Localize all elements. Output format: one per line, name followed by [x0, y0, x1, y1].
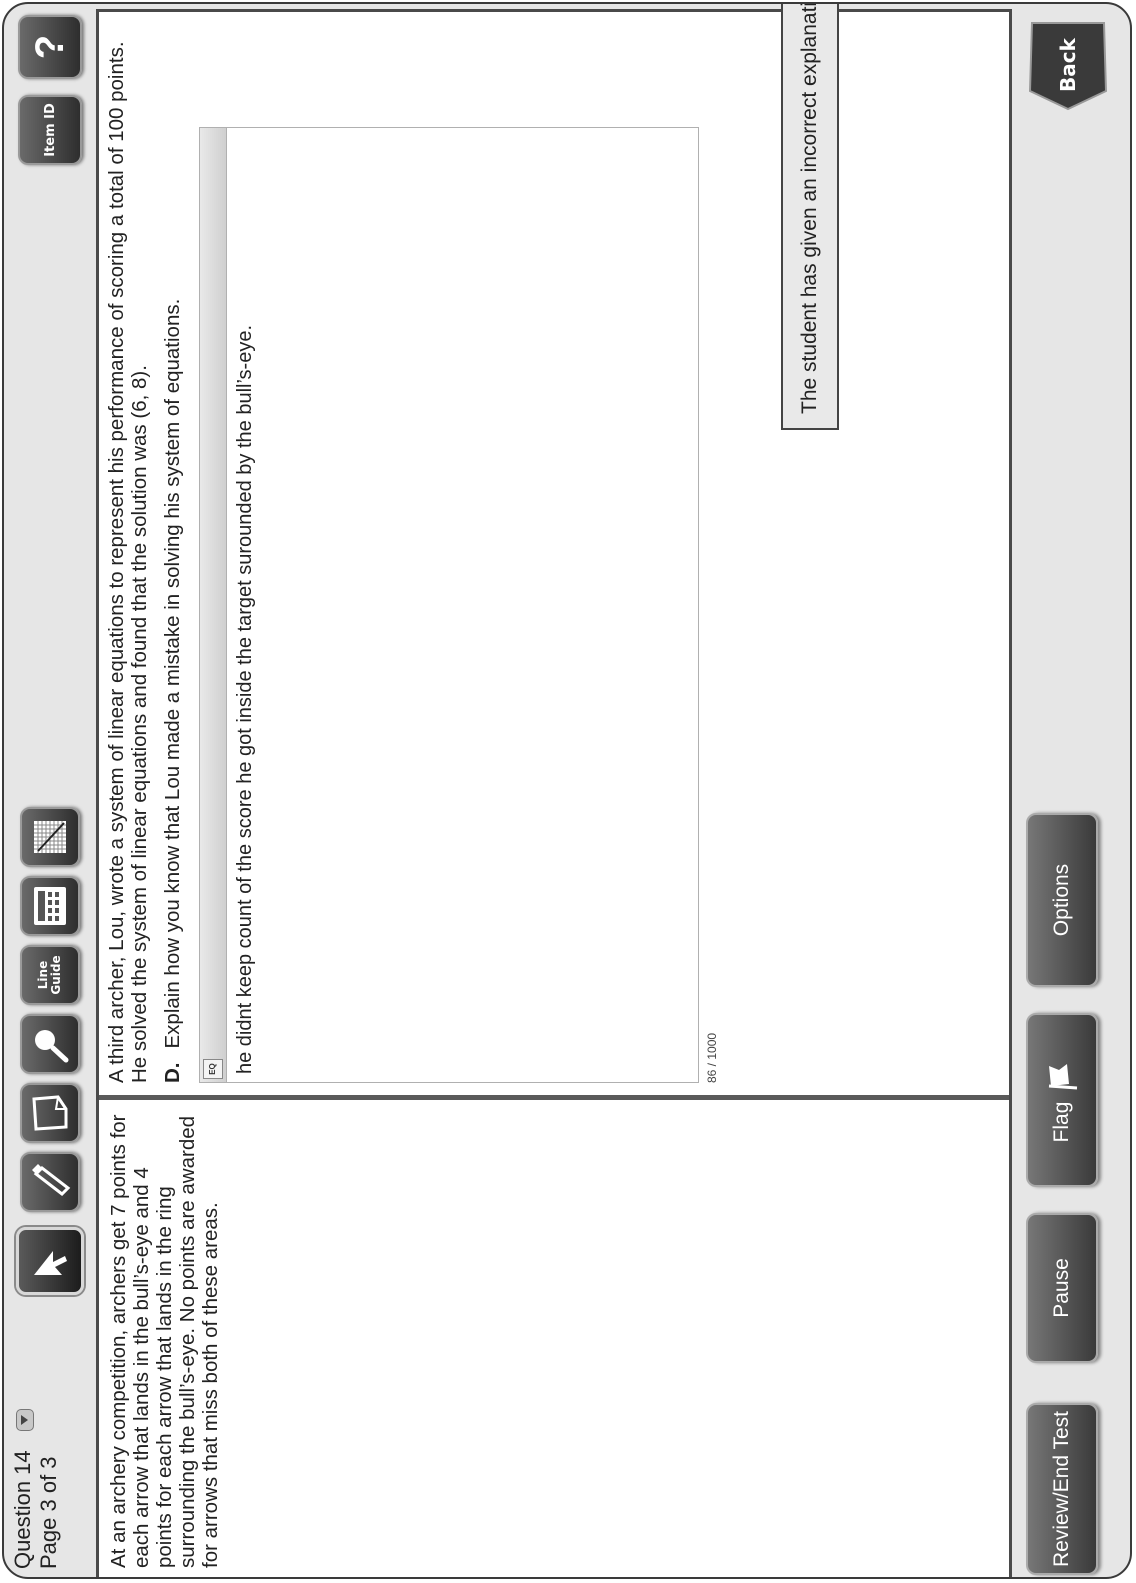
pause-label: Pause	[1050, 1258, 1073, 1318]
options-label: Options	[1050, 863, 1073, 937]
question-dropdown-icon[interactable]	[16, 1409, 34, 1431]
pane-divider[interactable]	[99, 1095, 1009, 1100]
pointer-arrow-icon	[34, 1251, 67, 1275]
item-id-label: Item ID	[42, 103, 58, 157]
magnifier-icon	[35, 1030, 69, 1063]
content-area: At an archery competition, archers get 7…	[96, 4, 1012, 1577]
flag-button[interactable]: Flag	[1026, 1013, 1098, 1187]
question-info: Question 14 Page 3 of 3	[10, 1419, 70, 1569]
flag-icon	[1048, 1063, 1078, 1090]
sticky-note-tool-button[interactable]	[20, 1083, 80, 1143]
question-part: D. Explain how you know that Lou made a m…	[161, 33, 184, 1083]
character-count: 86 / 1000	[705, 1032, 719, 1083]
editor-toolbar: EQ	[200, 128, 227, 1082]
options-button[interactable]: Options	[1026, 813, 1098, 987]
flag-label: Flag	[1050, 1101, 1073, 1143]
part-prompt: Explain how you know that Lou made a mis…	[161, 298, 184, 1049]
question-number: Question 14	[10, 1450, 35, 1569]
equation-button[interactable]: EQ	[203, 1059, 223, 1079]
passage-text: At an archery competition, archers get 7…	[107, 1114, 222, 1568]
question-pane: A third archer, Lou, wrote a system of l…	[105, 33, 184, 1083]
graph-paper-icon	[34, 821, 66, 853]
highlighter-tool-button[interactable]	[20, 1152, 80, 1212]
back-label: Back	[1056, 38, 1080, 92]
rotated-test-screen: Question 14 Page 3 of 3 Line Guide Item …	[4, 4, 1130, 1577]
line-guide-icon: Line Guide	[36, 955, 63, 995]
back-button[interactable]: Back	[1026, 19, 1110, 111]
highlighter-icon	[32, 1164, 71, 1196]
scoring-note: The student has given an incorrect expla…	[781, 4, 839, 430]
page-indicator: Page 3 of 3	[36, 1456, 61, 1569]
calculator-icon	[34, 887, 66, 925]
question-stem: A third archer, Lou, wrote a system of l…	[105, 41, 151, 1083]
review-end-test-button[interactable]: Review/End Test	[1026, 1403, 1098, 1575]
help-icon: ?	[27, 34, 72, 60]
response-editor[interactable]: EQ he didnt keep count of the score he g…	[199, 127, 699, 1083]
pointer-tool-button[interactable]	[16, 1227, 84, 1295]
item-id-button[interactable]: Item ID	[18, 95, 82, 165]
line-guide-tool-button[interactable]: Line Guide	[20, 945, 80, 1005]
part-letter: D.	[161, 1062, 184, 1084]
help-button[interactable]: ?	[18, 15, 82, 79]
magnifier-tool-button[interactable]	[20, 1014, 80, 1074]
device-frame: Question 14 Page 3 of 3 Line Guide Item …	[2, 2, 1132, 1579]
review-end-test-label: Review/End Test	[1050, 1410, 1073, 1568]
calculator-tool-button[interactable]	[20, 876, 80, 936]
pause-button[interactable]: Pause	[1026, 1213, 1098, 1363]
sticky-note-icon	[32, 1095, 68, 1131]
response-text[interactable]: he didnt keep count of the score he got …	[234, 325, 257, 1074]
graph-paper-tool-button[interactable]	[20, 807, 80, 867]
